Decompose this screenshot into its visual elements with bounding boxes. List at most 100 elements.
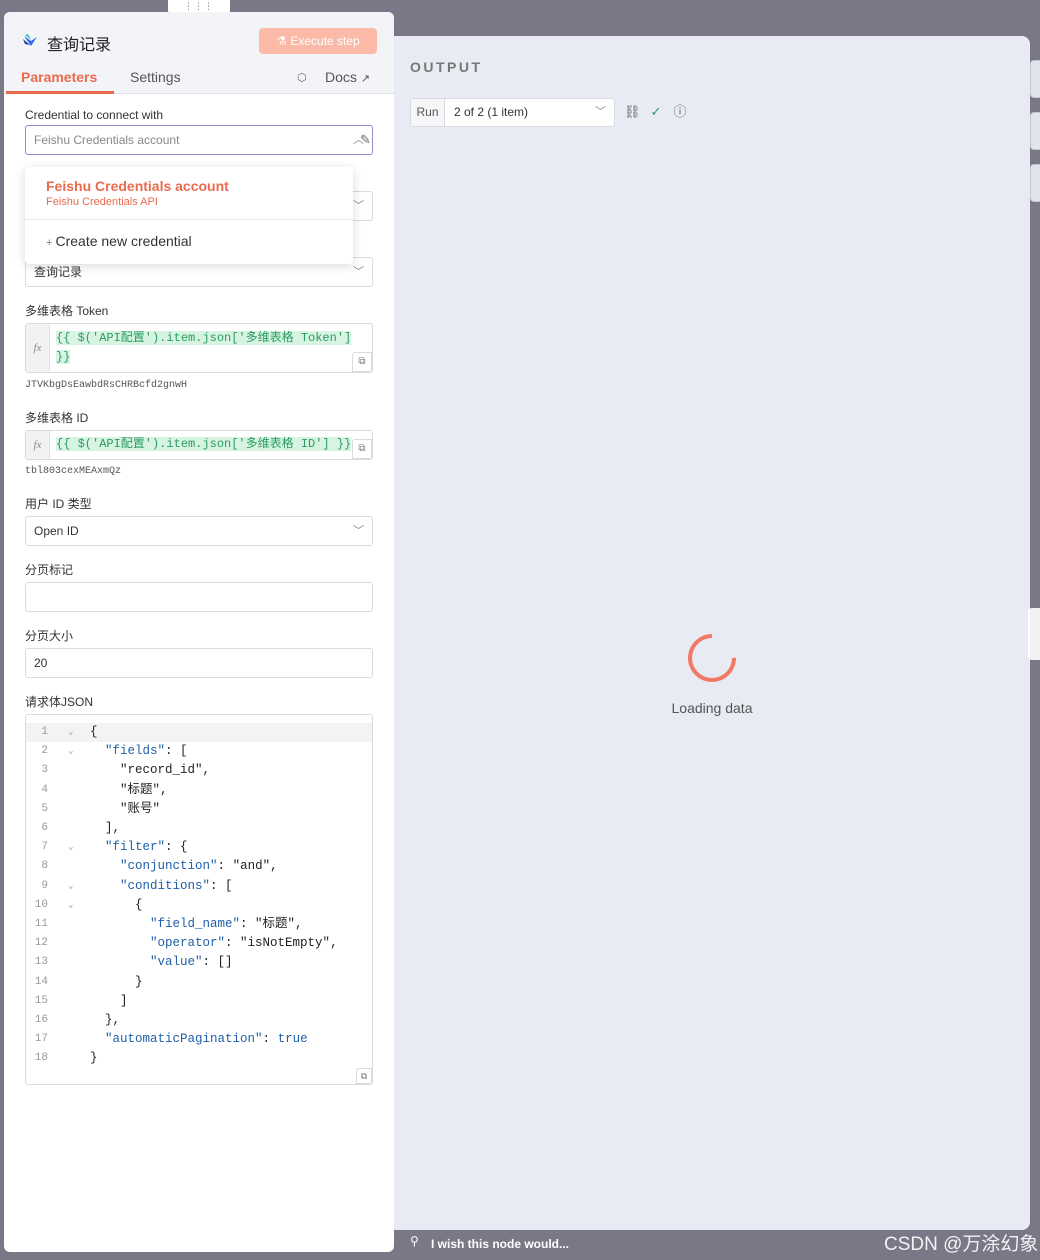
cube-icon: ⬡ (297, 72, 307, 84)
code-text: ] (90, 993, 128, 1008)
fold-chevron-icon[interactable]: ⌄ (68, 877, 73, 896)
line-number: 17 (34, 1033, 48, 1046)
active-tab-indicator (6, 91, 114, 94)
code-text: "标题", (90, 782, 168, 797)
output-title: OUTPUT (410, 59, 483, 75)
info-icon[interactable]: ⓘ (672, 104, 688, 120)
page-size-input[interactable]: 20 (25, 648, 373, 678)
line-number: 9 (41, 879, 48, 892)
credential-dropdown: Feishu Credentials account Feishu Creden… (25, 167, 353, 264)
lightbulb-icon: ⚲ (410, 1234, 419, 1248)
run-label: Run (411, 99, 445, 126)
code-text: "operator": "isNotEmpty", (150, 936, 338, 951)
dropdown-divider (25, 219, 353, 220)
dropdown-item-subtitle: Feishu Credentials API (46, 196, 158, 208)
code-text: "field_name": "标题", (150, 917, 303, 931)
chevron-down-icon: ﹀ (353, 525, 364, 537)
line-number: 8 (41, 860, 48, 873)
token-expression-line1: {{ $('API配置').item.json['多维表格 Token'] (56, 331, 352, 345)
code-line: 1 ⌄ { (26, 723, 372, 742)
line-number: 11 (34, 918, 48, 930)
line-number: 14 (34, 975, 48, 988)
code-text: }, (90, 1013, 121, 1027)
expand-editor-icon[interactable]: ⧉ (356, 1068, 372, 1084)
code-text: "record_id", (90, 763, 211, 778)
fold-chevron-icon[interactable]: ⌄ (68, 742, 73, 761)
tab-settings[interactable]: Settings (130, 69, 181, 85)
loading-spinner-icon (678, 624, 746, 692)
user-id-type-label: 用户 ID 类型 (25, 497, 92, 511)
feedback-link[interactable]: I wish this node would... (431, 1237, 569, 1251)
docs-link[interactable]: Docs ↗ (325, 69, 370, 85)
line-number: 13 (34, 956, 48, 969)
create-new-credential-option[interactable]: + Create new credential (46, 233, 192, 249)
code-text: "value": [] (150, 955, 233, 970)
link-icon[interactable]: ⛓ (624, 104, 641, 120)
user-id-type-value: Open ID (34, 524, 79, 538)
external-link-icon: ↗ (360, 73, 371, 85)
fx-icon: fx (26, 324, 50, 372)
fx-icon: fx (26, 431, 50, 459)
code-line: 17 "automaticPagination": true (26, 1030, 372, 1049)
line-number: 18 (34, 1052, 48, 1065)
code-line: 6 ], (26, 819, 372, 838)
expand-editor-icon[interactable]: ⧉ (352, 439, 372, 459)
panel-header: 查询记录 ⚗ Execute step Parameters Settings … (4, 12, 394, 94)
expand-editor-icon[interactable]: ⧉ (352, 352, 372, 372)
code-text: "automaticPagination": true (105, 1032, 308, 1047)
node-title: 查询记录 (47, 37, 112, 54)
code-line: 18} (26, 1049, 372, 1068)
side-panel-toggle[interactable] (1028, 608, 1040, 660)
execute-step-button[interactable]: ⚗ Execute step (259, 28, 377, 54)
docs-label: Docs (325, 69, 357, 85)
table-id-expression-field[interactable]: fx {{ $('API配置').item.json['多维表格 ID'] }}… (25, 430, 373, 460)
code-line: 2 ⌄ "fields": [ (26, 742, 372, 761)
line-number: 3 (41, 764, 48, 777)
code-text: } (90, 1051, 98, 1066)
code-text: "conjunction": "and", (120, 859, 278, 874)
page-size-label: 分页大小 (25, 629, 74, 643)
operation-select-value: 查询记录 (34, 265, 83, 279)
credential-label: Credential to connect with (25, 108, 164, 122)
tab-parameters[interactable]: Parameters (21, 69, 97, 85)
code-line: 8 "conjunction": "and", (26, 857, 372, 876)
code-text: } (90, 974, 143, 989)
page-token-input[interactable] (25, 582, 373, 612)
edit-pencil-icon[interactable]: ✎ (360, 132, 371, 148)
token-expression-field[interactable]: fx {{ $('API配置').item.json['多维表格 Token']… (25, 323, 373, 373)
json-code-editor[interactable]: 18} 17 "automaticPagination": true 16 }, 15… (25, 714, 373, 1085)
background-node-fragment (1030, 164, 1040, 202)
node-parameters-panel: 查询记录 ⚗ Execute step Parameters Settings … (4, 12, 394, 1252)
code-line: 16 }, (26, 1011, 372, 1030)
code-text: { (90, 897, 143, 912)
code-line: 15 ] (26, 992, 372, 1011)
line-number: 6 (41, 822, 48, 834)
line-number: 15 (34, 994, 48, 1007)
flask-icon: ⚗ (276, 34, 291, 48)
line-number: 5 (41, 802, 48, 815)
token-label: 多维表格 Token (25, 304, 109, 318)
table-id-label: 多维表格 ID (25, 411, 89, 425)
code-line: 14 } (26, 973, 372, 992)
success-check-icon: ✓ (650, 104, 662, 119)
fold-chevron-icon[interactable]: ⌄ (68, 723, 73, 742)
code-text: ], (90, 821, 121, 835)
run-selector[interactable]: Run 2 of 2 (1 item) ﹀ (410, 98, 615, 127)
code-line: 4 "标题", (26, 781, 372, 800)
line-number: 7 (41, 841, 48, 854)
execute-step-label: Execute step (290, 34, 360, 48)
feishu-logo-icon (23, 34, 37, 46)
code-text: "账号" (90, 801, 161, 816)
code-text: "filter": { (105, 840, 188, 855)
fold-chevron-icon[interactable]: ⌄ (68, 838, 73, 857)
fold-chevron-icon[interactable]: ⌄ (68, 896, 73, 915)
background-node-fragment (1030, 112, 1040, 150)
code-line: 3 "record_id", (26, 761, 372, 780)
output-panel: OUTPUT Run 2 of 2 (1 item) ﹀ ⛓ ✓ ⓘ Loadi… (394, 36, 1030, 1230)
token-expression-line2: }} (56, 350, 71, 364)
code-line: 13 "value": [] (26, 953, 372, 972)
create-new-credential-label: Create new credential (55, 233, 192, 249)
dropdown-item-feishu-credentials[interactable]: Feishu Credentials account (46, 178, 229, 194)
credential-select[interactable]: Feishu Credentials account ︿ (25, 125, 373, 155)
user-id-type-select[interactable]: Open ID ﹀ (25, 516, 373, 546)
